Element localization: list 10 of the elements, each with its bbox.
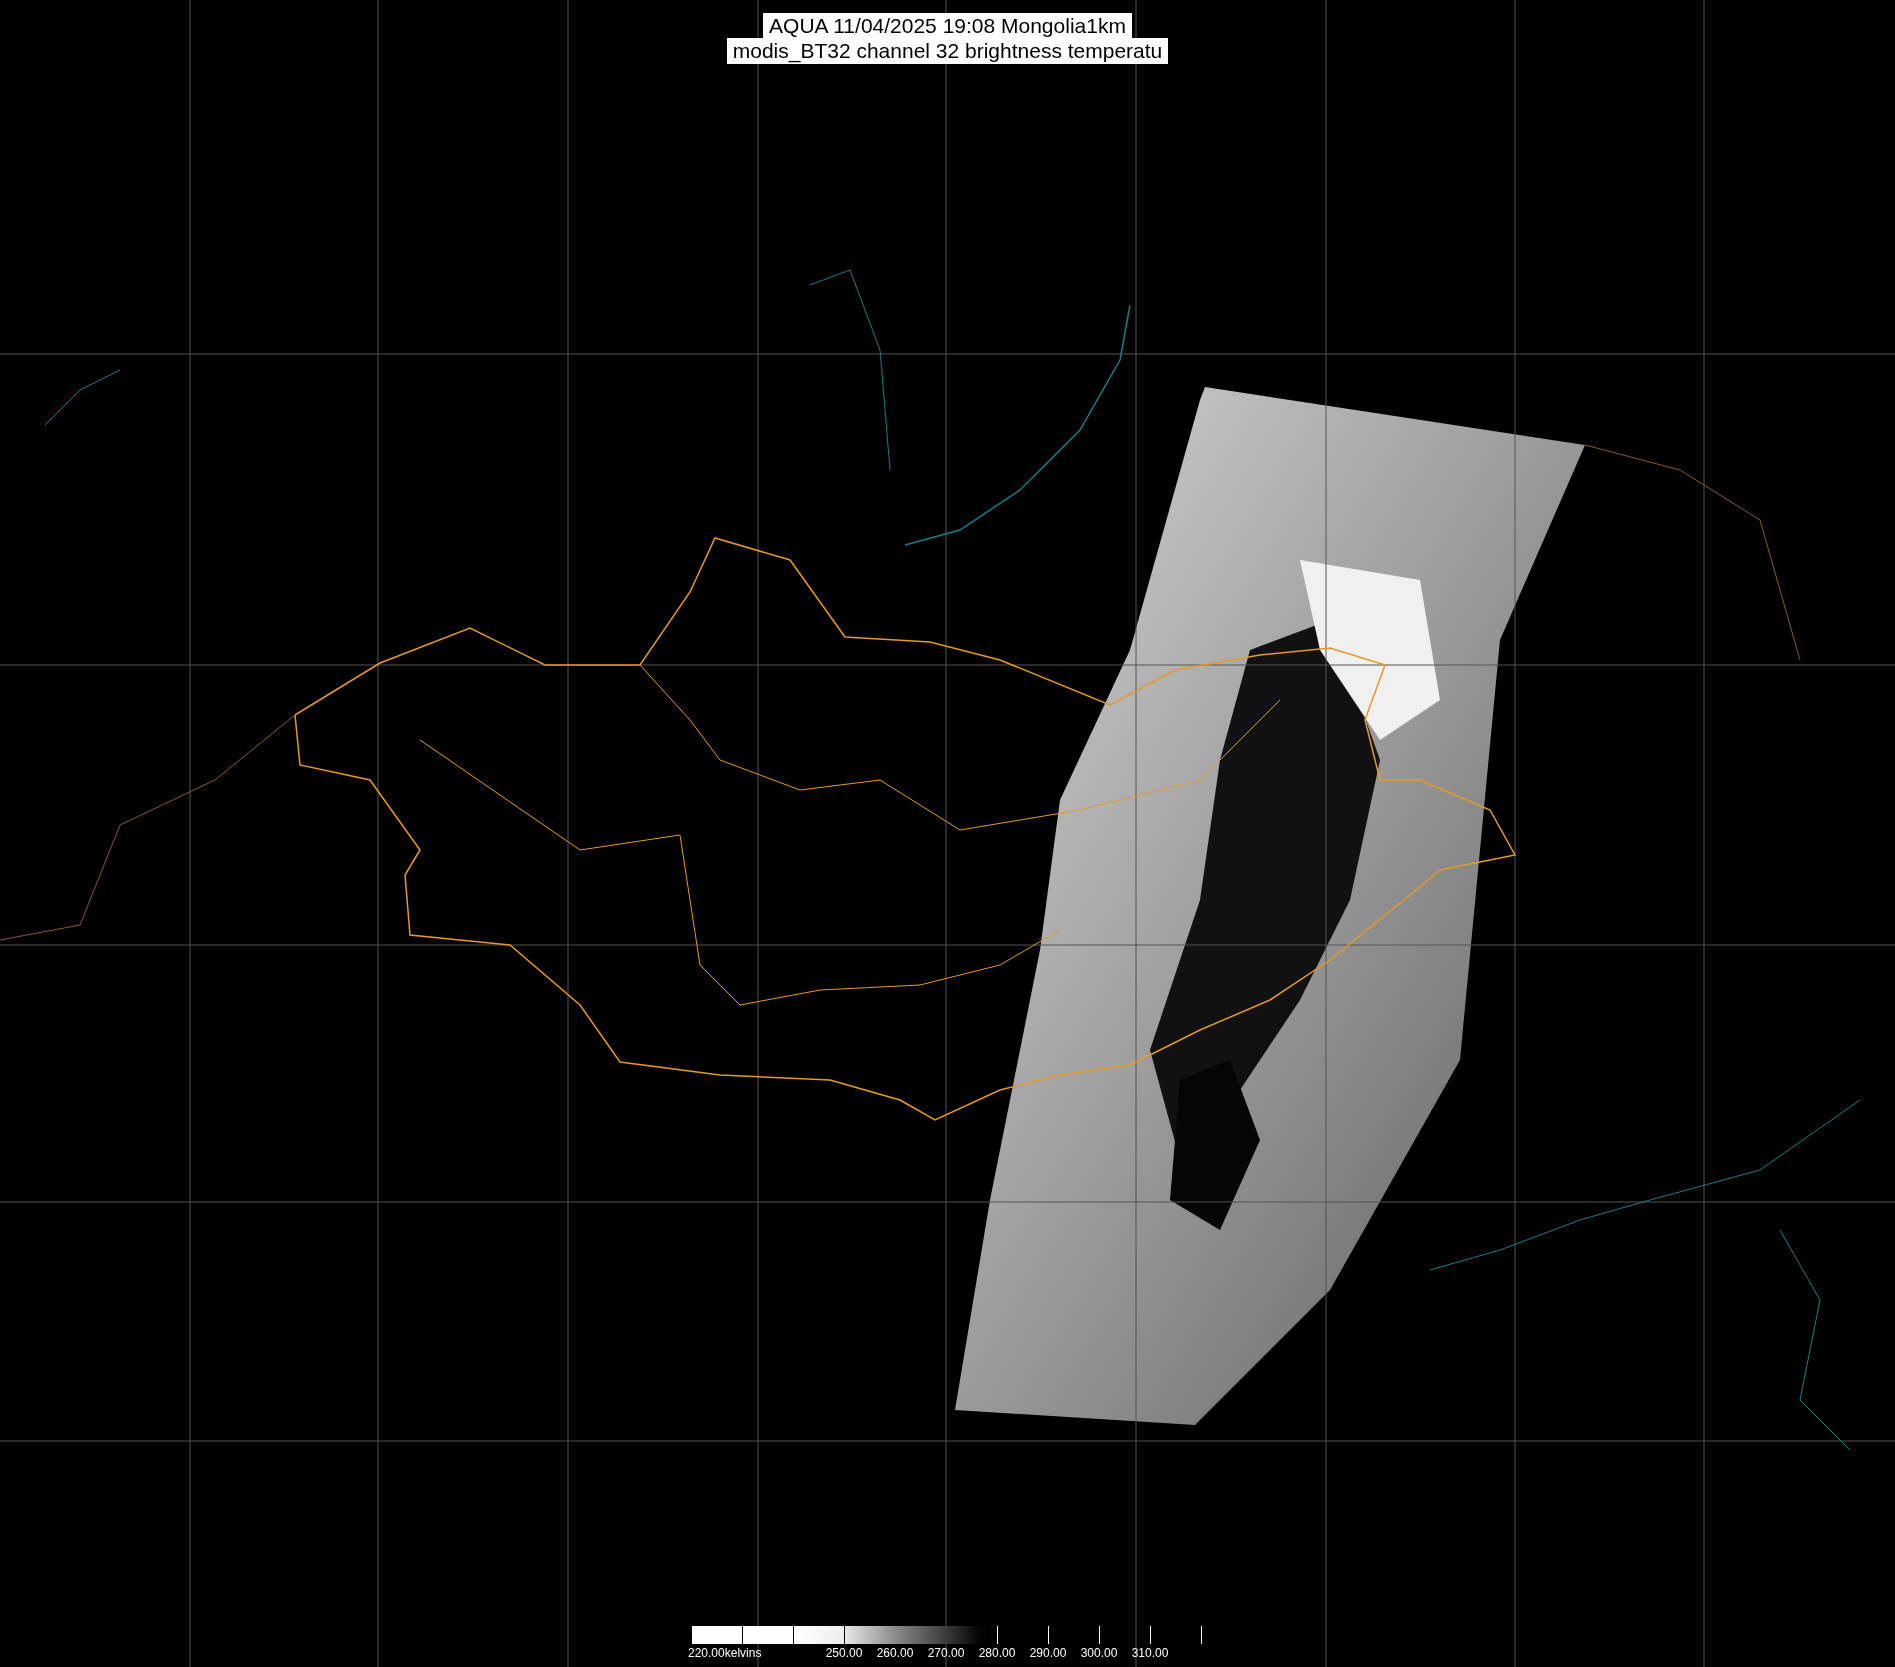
colorbar-label: 280.00 bbox=[978, 1646, 1016, 1660]
map-subtitle: modis_BT32 channel 32 brightness temperatu bbox=[726, 38, 1169, 64]
colorbar-label: 260.00 bbox=[876, 1646, 914, 1660]
colorbar-label: 220.00kelvins bbox=[688, 1646, 762, 1660]
colorbar-label: 270.00 bbox=[927, 1646, 965, 1660]
colorbar-label: 310.00 bbox=[1131, 1646, 1169, 1660]
colorbar-label: 290.00 bbox=[1029, 1646, 1067, 1660]
colorbar-label: 300.00 bbox=[1080, 1646, 1118, 1660]
colorbar-label: 250.00 bbox=[825, 1646, 863, 1660]
map-title: AQUA 11/04/2025 19:08 Mongolia1km bbox=[763, 13, 1132, 38]
